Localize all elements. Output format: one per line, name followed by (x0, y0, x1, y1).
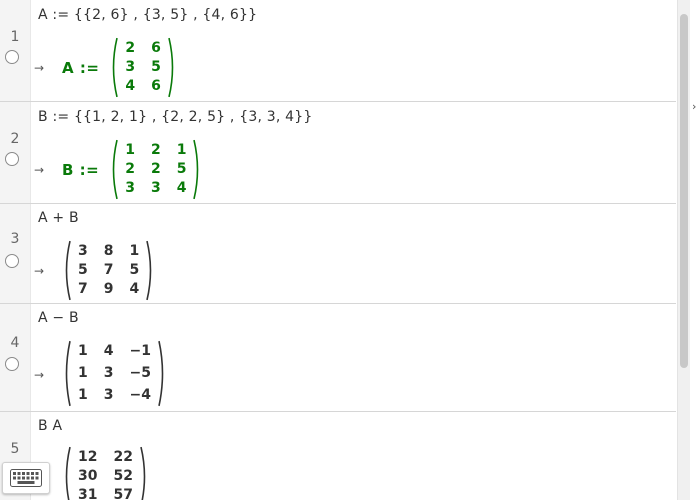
matrix-cells: 12 22 30 52 31 57 (72, 446, 139, 500)
output-value: 381575794 (62, 240, 155, 301)
row-number: 4 (10, 335, 20, 351)
matrix-cell: 5 (129, 262, 140, 278)
matrix-cells: 381575794 (72, 240, 145, 301)
matrix: 263546 (109, 37, 177, 98)
matrix-cell: 1 (129, 243, 140, 259)
matrix-cell: 4 (125, 78, 136, 94)
matrix-cells: 121225334 (119, 139, 192, 200)
matrix-cell: −1 (129, 343, 151, 359)
arrow-right-icon: → (34, 61, 45, 75)
row-number: 1 (10, 29, 20, 45)
matrix-cell: 1 (176, 142, 187, 158)
matrix-cell: 6 (151, 40, 161, 56)
matrix-cell: 2 (150, 142, 161, 158)
right-paren (145, 240, 155, 301)
visibility-toggle[interactable] (5, 152, 19, 166)
matrix-cell: 3 (103, 365, 114, 381)
output-value: A := 263546 (62, 37, 177, 98)
matrix-cell: 5 (151, 59, 161, 75)
output-label: B := (62, 160, 100, 179)
matrix-cell: 30 (78, 467, 98, 484)
output-value: B := 121225334 (62, 139, 202, 200)
matrix-cell: 7 (78, 281, 88, 297)
row-number: 3 (10, 231, 20, 247)
matrix-cells: 1 4 −1 1 3 −5 1 3 −4 (72, 340, 157, 407)
left-paren (109, 37, 119, 98)
matrix-cell: 12 (78, 448, 98, 465)
input-expression[interactable]: B := {{1, 2, 1} , {2, 2, 5} , {3, 3, 4}} (38, 108, 312, 126)
chevron-right-icon[interactable]: › (692, 100, 696, 113)
left-paren (62, 446, 72, 500)
matrix-cell: −4 (129, 387, 151, 403)
matrix-cell: 7 (103, 262, 114, 278)
matrix-cell: 3 (103, 387, 114, 403)
output-value: 1 4 −1 1 3 −5 1 3 −4 (62, 340, 167, 407)
right-paren (192, 139, 202, 200)
visibility-toggle[interactable] (5, 254, 19, 268)
output-value: 12 22 30 52 31 57 (62, 446, 149, 500)
arrow-right-icon: → (34, 163, 45, 177)
matrix-cell: 3 (125, 59, 136, 75)
right-paren (157, 340, 167, 407)
matrix-cell: 8 (103, 243, 114, 259)
matrix: 381575794 (62, 240, 155, 301)
matrix-cell: 2 (125, 161, 135, 177)
matrix-cell: 1 (78, 343, 88, 359)
algebra-row-4[interactable]: 4 A − B → 1 4 −1 1 3 −5 1 3 −4 (0, 304, 676, 412)
arrow-right-icon: → (34, 368, 45, 382)
matrix-cells: 263546 (119, 37, 167, 98)
row-number: 5 (10, 441, 20, 457)
output-label: A := (62, 58, 100, 77)
algebra-row-2[interactable]: 2 B := {{1, 2, 1} , {2, 2, 5} , {3, 3, 4… (0, 102, 676, 204)
matrix-cell: 3 (78, 243, 88, 259)
matrix: 1 4 −1 1 3 −5 1 3 −4 (62, 340, 167, 407)
matrix-cell: 3 (150, 180, 161, 196)
matrix-cell: 4 (176, 180, 187, 196)
row-gutter (0, 204, 31, 303)
input-expression[interactable]: B A (38, 417, 62, 435)
left-paren (62, 240, 72, 301)
matrix-cell: 4 (129, 281, 140, 297)
matrix-cell: 2 (150, 161, 161, 177)
matrix-cell: 31 (78, 486, 98, 500)
vertical-scrollbar[interactable] (677, 0, 690, 500)
matrix: 121225334 (109, 139, 202, 200)
visibility-toggle[interactable] (5, 50, 19, 64)
input-expression[interactable]: A := {{2, 6} , {3, 5} , {4, 6}} (38, 6, 257, 24)
algebra-row-1[interactable]: 1 A := {{2, 6} , {3, 5} , {4, 6}} → A :=… (0, 0, 676, 102)
matrix-cell: 57 (113, 486, 133, 500)
matrix-cell: 2 (125, 40, 136, 56)
left-paren (109, 139, 119, 200)
scrollbar-thumb[interactable] (680, 14, 688, 368)
matrix-cell: 52 (113, 467, 133, 484)
algebra-row-5[interactable]: 5 B A 12 22 30 52 31 57 (0, 412, 676, 500)
matrix-cell: 22 (113, 448, 133, 465)
right-paren (139, 446, 149, 500)
algebra-view: 1 A := {{2, 6} , {3, 5} , {4, 6}} → A :=… (0, 0, 676, 500)
input-expression[interactable]: A − B (38, 309, 79, 327)
matrix-cell: 5 (78, 262, 88, 278)
matrix-cell: 1 (125, 142, 135, 158)
row-number: 2 (10, 131, 20, 147)
keyboard-icon (10, 469, 42, 487)
input-expression[interactable]: A + B (38, 209, 79, 227)
matrix-cell: 4 (103, 343, 114, 359)
left-paren (62, 340, 72, 407)
matrix-cell: 9 (103, 281, 114, 297)
matrix-cell: 3 (125, 180, 135, 196)
matrix-cell: 5 (176, 161, 187, 177)
right-paren (167, 37, 177, 98)
matrix-cell: 1 (78, 365, 88, 381)
arrow-right-icon: → (34, 264, 45, 278)
visibility-toggle[interactable] (5, 357, 19, 371)
matrix: 12 22 30 52 31 57 (62, 446, 149, 500)
keyboard-button[interactable] (2, 462, 50, 494)
matrix-cell: 1 (78, 387, 88, 403)
matrix-cell: −5 (129, 365, 151, 381)
algebra-row-3[interactable]: 3 A + B → 381575794 (0, 204, 676, 304)
matrix-cell: 6 (151, 78, 161, 94)
